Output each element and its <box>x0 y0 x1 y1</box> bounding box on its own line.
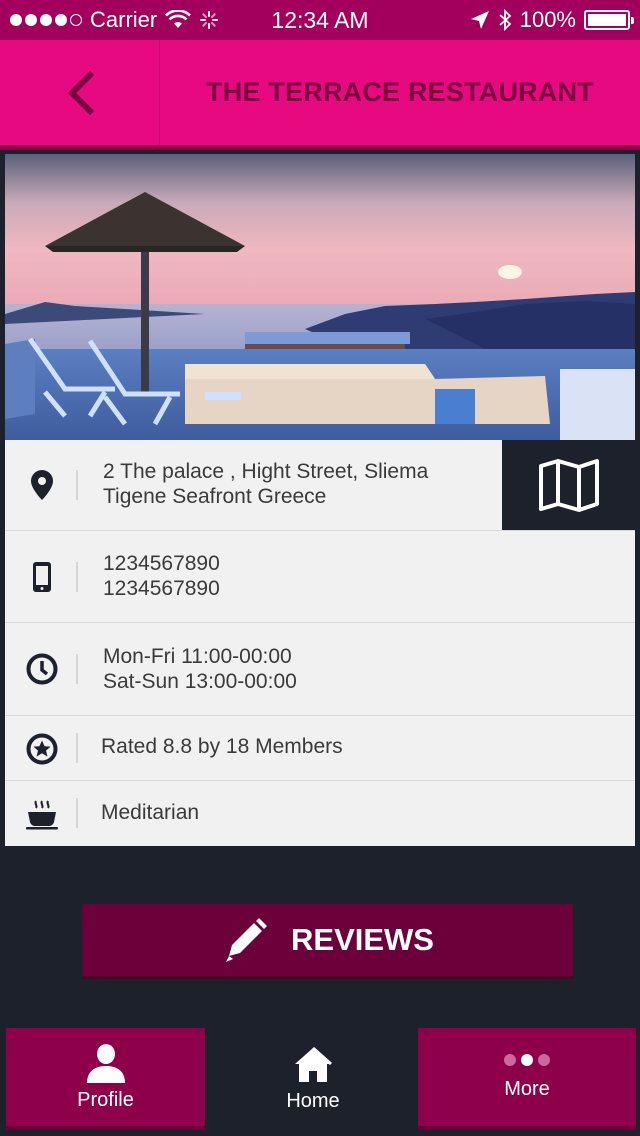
star-circle-icon <box>25 732 59 766</box>
map-pin-icon <box>25 468 59 502</box>
rating-row: Rated 8.8 by 18 Members <box>5 716 635 781</box>
more-dots-icon <box>504 1053 550 1066</box>
phone-number-2[interactable]: 1234567890 <box>103 576 220 601</box>
address-line-2: Tigene Seafront Greece <box>103 485 327 508</box>
bluetooth-icon <box>499 8 512 32</box>
status-bar: Carrier 12:34 AM 100% <box>0 0 640 40</box>
reviews-label: REVIEWS <box>291 922 434 957</box>
battery-percent: 100% <box>519 7 576 32</box>
page-title: THE TERRACE RESTAURANT <box>206 77 594 107</box>
cuisine-text: Meditarian <box>101 801 200 824</box>
clock-icon <box>25 652 59 686</box>
pencil-icon <box>226 918 268 962</box>
tab-home[interactable]: Home <box>213 1028 413 1130</box>
map-button[interactable] <box>502 440 635 530</box>
restaurant-photo <box>5 154 635 440</box>
hours-weekend: Sat-Sun 13:00-00:00 <box>103 670 297 693</box>
phone-row: 1234567890 1234567890 <box>5 531 635 623</box>
phone-number-1[interactable]: 1234567890 <box>103 551 220 576</box>
tab-profile[interactable]: Profile <box>6 1028 205 1130</box>
reviews-button[interactable]: REVIEWS <box>82 904 573 979</box>
tab-more-label: More <box>504 1077 550 1100</box>
location-arrow-icon <box>470 11 489 29</box>
hours-weekday: Mon-Fri 11:00-00:00 <box>103 645 292 668</box>
battery-icon <box>584 10 634 30</box>
tab-home-label: Home <box>286 1089 340 1112</box>
home-icon <box>295 1046 332 1082</box>
hours-row: Mon-Fri 11:00-00:00 Sat-Sun 13:00-00:00 <box>5 623 635 716</box>
cuisine-row: Meditarian <box>5 781 635 846</box>
coffee-cup-icon <box>25 797 59 831</box>
chevron-left-icon <box>67 70 94 115</box>
address-line-1: 2 The palace , Hight Street, Sliema <box>103 460 429 483</box>
map-icon <box>538 459 599 512</box>
address-row: 2 The palace , Hight Street, Sliema Tige… <box>5 440 635 531</box>
back-button[interactable] <box>0 40 160 145</box>
rating-text: Rated 8.8 by 18 Members <box>101 735 343 758</box>
tab-more[interactable]: More <box>418 1028 636 1130</box>
phone-icon <box>25 560 59 594</box>
restaurant-details: 2 The palace , Hight Street, Sliema Tige… <box>5 440 635 846</box>
nav-header: THE TERRACE RESTAURANT <box>0 40 640 150</box>
user-icon <box>86 1043 125 1083</box>
tab-profile-label: Profile <box>77 1088 134 1111</box>
